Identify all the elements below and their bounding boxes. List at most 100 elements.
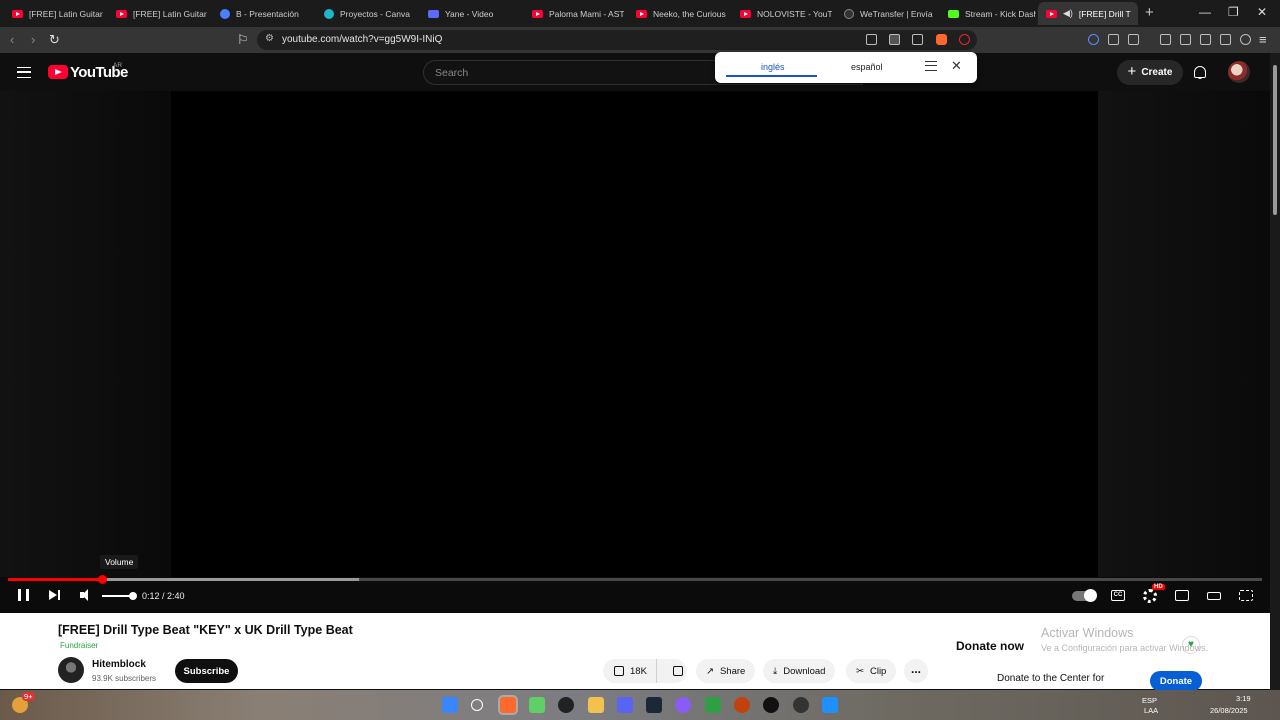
browser-tab[interactable]: [FREE] Latin Guitar T [4, 2, 104, 25]
miniplayer-icon[interactable] [1175, 590, 1189, 601]
account-avatar[interactable] [1228, 61, 1250, 83]
translate-options-icon[interactable] [925, 61, 937, 71]
fundraiser-label[interactable]: Fundraiser [60, 641, 98, 650]
taskbar-search-icon[interactable] [471, 699, 483, 711]
guide-menu-icon[interactable] [17, 67, 31, 78]
sidebar-icon[interactable] [1180, 34, 1191, 45]
restore-icon[interactable]: ❐ [1228, 5, 1239, 19]
clip-button[interactable]: ✂ Clip [846, 659, 897, 683]
screenshot-icon[interactable] [1128, 34, 1139, 45]
share-icon: ↗ [706, 665, 714, 677]
scrollbar-thumb[interactable] [1273, 65, 1277, 215]
autoplay-toggle[interactable] [1072, 589, 1097, 602]
page-scrollbar[interactable] [1270, 53, 1280, 690]
channel-name[interactable]: Hitemblock [92, 659, 146, 670]
translate-popup: inglés español ✕ [715, 52, 977, 83]
player-left-area [0, 91, 171, 577]
donate-org-text: Donate to the Center for [997, 673, 1105, 684]
extensions-icon[interactable] [1108, 34, 1119, 45]
volume-slider-handle[interactable] [129, 592, 137, 600]
subscribe-button[interactable]: Subscribe [175, 659, 238, 683]
browser-tab-active[interactable]: ◀) [FREE] Drill T ✕ [1038, 2, 1138, 25]
clock-time[interactable]: 3:19 [1236, 694, 1251, 703]
like-dislike-group: 18K [603, 659, 687, 683]
share-page-icon[interactable] [912, 34, 923, 45]
brave-rewards-icon[interactable] [959, 34, 970, 45]
reload-icon[interactable]: ↻ [49, 32, 60, 48]
brave-browser-icon[interactable] [498, 695, 518, 715]
youtube-icon [116, 9, 127, 18]
browser-tab[interactable]: B - Presentación [212, 2, 312, 25]
notepad-icon[interactable] [822, 697, 838, 713]
close-translate-icon[interactable]: ✕ [951, 58, 962, 74]
subtitles-icon[interactable]: CC [1111, 590, 1125, 601]
discord-icon[interactable] [617, 697, 633, 713]
tab-title: Paloma Mami - AST [549, 8, 624, 19]
create-button[interactable]: + Create [1117, 60, 1183, 85]
video-player[interactable]: Volume 0:12 / 2:40 CC HD [0, 91, 1270, 613]
input-language[interactable]: ESP [1142, 696, 1157, 705]
app-icon[interactable] [793, 697, 809, 713]
youtube-icon [740, 9, 751, 18]
leo-ai-icon[interactable] [1088, 34, 1099, 45]
media-player-icon[interactable] [763, 697, 779, 713]
profile-shield-icon[interactable] [1240, 34, 1251, 45]
youtube-icon [1046, 9, 1057, 18]
clip-label: Clip [869, 665, 887, 677]
app-icon[interactable] [705, 697, 721, 713]
file-explorer-icon[interactable] [588, 697, 604, 713]
brave-shields-icon[interactable] [936, 34, 947, 45]
close-window-icon[interactable]: ✕ [1257, 5, 1267, 19]
browser-tab[interactable]: WeTransfer | Envía [836, 2, 936, 25]
like-button[interactable]: 18K [603, 659, 657, 683]
theater-mode-icon[interactable] [1207, 592, 1221, 600]
hd-badge: HD [1152, 584, 1165, 590]
browser-tab[interactable]: Yane - Video [420, 2, 520, 25]
donate-button[interactable]: Donate [1150, 671, 1202, 691]
thumbs-down-icon[interactable] [672, 666, 683, 676]
source-language-tab[interactable]: inglés [761, 62, 785, 72]
video-frame[interactable] [171, 91, 1098, 577]
notifications-bell-icon[interactable] [1194, 66, 1206, 79]
settings-gear-icon[interactable] [1143, 589, 1157, 603]
menu-icon[interactable]: ≡ [1259, 32, 1267, 47]
vpn-icon[interactable] [1220, 34, 1231, 45]
windows-start-icon[interactable] [442, 697, 458, 713]
site-info-icon[interactable]: ⚙ [265, 33, 274, 44]
new-tab-button[interactable]: + [1145, 4, 1154, 21]
progress-scrubber[interactable] [98, 575, 108, 584]
browser-tab[interactable]: NOLOVISTE - YouTu [732, 2, 832, 25]
volume-icon[interactable] [80, 589, 94, 601]
browser-tab[interactable]: Neeko, the Curious [628, 2, 728, 25]
create-label: Create [1141, 67, 1173, 78]
channel-avatar[interactable] [58, 657, 84, 683]
app-icon[interactable] [675, 697, 691, 713]
tab-title: [FREE] Drill T [1078, 8, 1131, 19]
browser-tab[interactable]: Paloma Mami - AST [524, 2, 624, 25]
target-language-tab[interactable]: español [851, 62, 883, 72]
app-icon[interactable] [734, 697, 750, 713]
back-icon[interactable]: ‹ [10, 32, 14, 47]
forward-icon[interactable]: › [31, 32, 35, 47]
search-input[interactable]: Search [435, 67, 468, 79]
wallet-icon[interactable] [1200, 34, 1211, 45]
next-button[interactable] [49, 589, 61, 601]
more-actions-button[interactable]: ... [904, 659, 928, 683]
youtube-logo-icon[interactable] [48, 65, 68, 79]
browser-tab[interactable]: Proyectos - Canva [316, 2, 416, 25]
browser-tab[interactable]: Stream - Kick Dashi [940, 2, 1036, 25]
cast-icon[interactable] [866, 34, 877, 45]
translate-icon[interactable] [889, 34, 900, 45]
minimize-icon[interactable]: — [1199, 5, 1211, 19]
share-button[interactable]: ↗ Share [696, 659, 756, 683]
download-button[interactable]: ⤓ Download [763, 659, 836, 683]
capcut-icon[interactable] [558, 697, 574, 713]
bookmark-icon[interactable]: ⚐ [237, 32, 249, 48]
pause-button[interactable] [18, 589, 29, 601]
clock-date[interactable]: 26/08/2025 [1210, 706, 1248, 715]
media-icon[interactable] [1160, 34, 1171, 45]
browser-tab[interactable]: [FREE] Latin Guitar T [108, 2, 208, 25]
fullscreen-icon[interactable] [1239, 590, 1253, 601]
steam-icon[interactable] [646, 697, 662, 713]
app-icon[interactable] [529, 697, 545, 713]
